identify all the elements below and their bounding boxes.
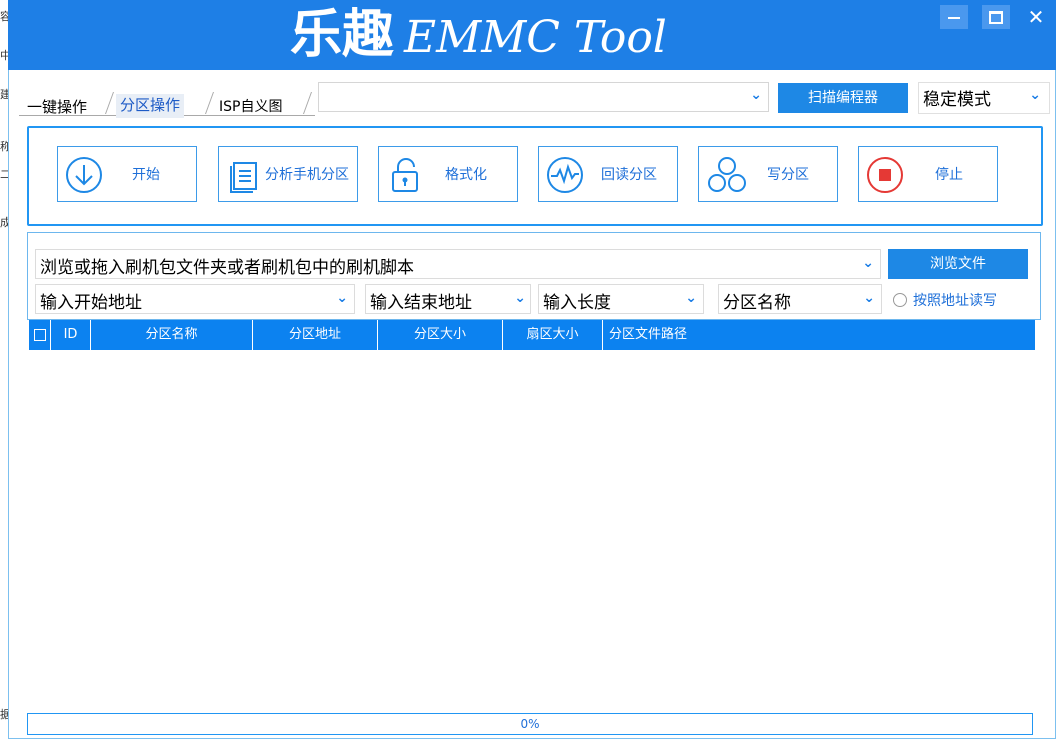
format-label: 格式化: [445, 167, 487, 183]
partition-table-body[interactable]: [29, 351, 1035, 709]
select-all-checkbox[interactable]: [34, 329, 46, 341]
progress-bar: 0%: [27, 713, 1033, 735]
chevron-down-icon: ⌄: [750, 87, 762, 103]
chevron-down-icon: ⌄: [1029, 87, 1041, 103]
write-partition-button[interactable]: 写分区: [698, 146, 838, 202]
close-icon: ✕: [1027, 5, 1045, 29]
circles-icon: [708, 157, 746, 192]
firmware-path-select[interactable]: 浏览或拖入刷机包文件夹或者刷机包中的刷机脚本 ⌄: [35, 249, 881, 279]
end-address-text: 输入结束地址: [370, 293, 472, 313]
stop-label: 停止: [935, 167, 963, 183]
stop-button[interactable]: 停止: [858, 146, 998, 202]
column-header-file-path[interactable]: 分区文件路径: [603, 320, 1035, 350]
app-title-en: EMMC Tool: [404, 12, 667, 63]
chevron-down-icon: ⌄: [336, 290, 348, 306]
tab-label: 分区操作: [120, 96, 181, 114]
chevron-down-icon: ⌄: [862, 255, 874, 271]
start-address-input[interactable]: 输入开始地址 ⌄: [35, 284, 355, 314]
app-title-cn: 乐趣: [290, 4, 395, 65]
mode-select[interactable]: 稳定模式 ⌄: [918, 82, 1050, 114]
column-header-partition-size[interactable]: 分区大小: [378, 320, 503, 350]
tab-separator: [104, 92, 115, 114]
maximize-button[interactable]: [982, 5, 1010, 29]
chevron-down-icon: ⌄: [685, 290, 697, 306]
end-address-input[interactable]: 输入结束地址 ⌄: [365, 284, 531, 314]
partition-name-text: 分区名称: [723, 293, 791, 313]
document-icon: [230, 162, 257, 193]
column-header-sector-size[interactable]: 扇区大小: [503, 320, 603, 350]
write-partition-label: 写分区: [767, 167, 809, 183]
partition-table-header: ID 分区名称 分区地址 分区大小 扇区大小 分区文件路径: [29, 320, 1035, 350]
tab-separator: [302, 92, 313, 114]
download-circle-icon: [66, 157, 102, 193]
analyze-partition-button[interactable]: 分析手机分区: [218, 146, 358, 202]
start-button[interactable]: 开始: [57, 146, 197, 202]
action-toolbar: 开始 分析手机分区 格式化 回读分区 写分区 停止: [27, 126, 1043, 226]
maximize-icon: [989, 11, 1003, 24]
address-rw-radio[interactable]: 按照地址读写: [893, 290, 997, 310]
title-bar[interactable]: 乐趣 EMMC Tool ✕: [8, 0, 1056, 70]
tab-label: 一键操作: [27, 98, 88, 116]
main-panel: 一键操作 分区操作 ISP自义图 ⌄ 扫描编程器 稳定模式 ⌄ 开始 分析手机分…: [8, 70, 1056, 739]
start-address-text: 输入开始地址: [40, 293, 142, 313]
waveform-icon: [547, 157, 583, 193]
close-button[interactable]: ✕: [1022, 5, 1050, 29]
tab-one-click[interactable]: 一键操作: [23, 96, 91, 118]
partition-name-select[interactable]: 分区名称 ⌄: [718, 284, 882, 314]
readback-partition-button[interactable]: 回读分区: [538, 146, 678, 202]
tab-separator: [204, 92, 215, 114]
readback-partition-label: 回读分区: [601, 167, 657, 183]
start-label: 开始: [132, 167, 160, 183]
length-text: 输入长度: [543, 293, 611, 313]
column-header-partition-name[interactable]: 分区名称: [91, 320, 253, 350]
column-header-partition-address[interactable]: 分区地址: [253, 320, 378, 350]
minimize-button[interactable]: [940, 5, 968, 29]
radio-circle-icon: [893, 293, 907, 307]
tab-isp[interactable]: ISP自义图: [215, 96, 286, 118]
select-all-cell[interactable]: [29, 320, 51, 350]
programmer-select[interactable]: ⌄: [318, 82, 769, 112]
address-rw-label: 按照地址读写: [913, 293, 997, 309]
app-title: 乐趣 EMMC Tool: [290, 2, 667, 68]
minimize-icon: [948, 16, 960, 19]
stop-circle-icon: [867, 157, 903, 193]
firmware-path-text: 浏览或拖入刷机包文件夹或者刷机包中的刷机脚本: [40, 258, 414, 278]
chevron-down-icon: ⌄: [514, 290, 526, 306]
progress-label: 0%: [520, 717, 540, 731]
analyze-partition-label: 分析手机分区: [265, 167, 349, 183]
tab-partition[interactable]: 分区操作: [116, 94, 185, 118]
chevron-down-icon: ⌄: [863, 290, 875, 306]
mode-select-value: 稳定模式: [923, 90, 991, 110]
browse-file-button[interactable]: 浏览文件: [888, 249, 1028, 279]
tab-label: ISP自义图: [219, 99, 283, 115]
scan-programmer-button[interactable]: 扫描编程器: [778, 83, 908, 113]
unlock-icon: [392, 158, 418, 192]
column-header-id[interactable]: ID: [51, 320, 91, 350]
format-button[interactable]: 格式化: [378, 146, 518, 202]
length-input[interactable]: 输入长度 ⌄: [538, 284, 704, 314]
app-window: 乐趣 EMMC Tool ✕ 一键操作 分区操作 ISP自义图 ⌄ 扫描编程器 稳…: [8, 0, 1056, 740]
